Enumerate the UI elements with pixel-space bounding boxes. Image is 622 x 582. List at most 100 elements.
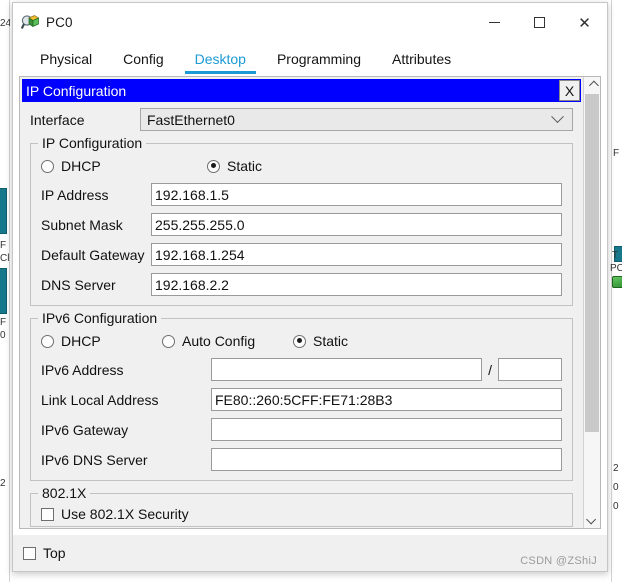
subnet-mask-label: Subnet Mask [41,216,123,233]
scrollbar-thumb[interactable] [585,94,599,432]
scroll-up-button[interactable] [584,77,600,94]
ip-configuration-panel-body: IP Configuration X Interface FastEtherne… [20,77,583,528]
ipv6-configuration-group: IPv6 Configuration DHCP Auto Config Stat… [30,310,573,481]
window-title-bar: PC0 ✕ [13,3,607,43]
ipv6-dns-server-label: IPv6 DNS Server [41,451,148,468]
top-checkbox[interactable]: Top [23,545,66,561]
scrollbar-track[interactable] [584,94,600,511]
ipv6-static-label: Static [313,333,349,349]
tab-programming[interactable]: Programming [267,52,371,74]
background-pc-icon [612,276,622,288]
ipv6-prefix-separator: / [488,361,492,378]
tab-attributes[interactable]: Attributes [382,52,461,74]
ipv4-static-radio-item[interactable]: Static [207,158,262,174]
subnet-mask-input[interactable]: 255.255.255.0 [151,213,562,236]
link-local-address-input[interactable]: FE80::260:5CFF:FE71:28B3 [211,388,562,411]
background-switch-2 [0,268,7,314]
minimize-icon [489,22,500,23]
background-label: 24 [0,18,10,29]
ip-configuration-caption-bar: IP Configuration X [22,79,581,102]
window-footer: Top CSDN @ZShiJ [13,535,607,571]
default-gateway-label: Default Gateway [41,246,145,263]
maximize-button[interactable] [517,3,562,43]
chevron-down-icon [585,514,596,525]
vertical-scrollbar[interactable] [583,77,600,528]
ipv6-prefix-length-input[interactable] [498,358,562,381]
background-label: PC [610,263,622,274]
dot1x-group-title: 802.1X [38,485,91,501]
pc0-window: PC0 ✕ Physical Config Desktop Programmin… [12,2,608,572]
interface-label: Interface [30,111,85,128]
background-label: 2 [613,463,619,474]
ipv6-address-row: IPv6 Address / [41,358,562,381]
watermark: CSDN @ZShiJ [520,555,597,567]
radio-checked-icon [207,159,220,173]
dns-server-input[interactable]: 192.168.2.2 [151,273,562,296]
interface-row: Interface FastEthernet0 [30,108,573,131]
ipv6-mode-row: DHCP Auto Config Static [41,331,562,351]
background-label: 0 [613,501,619,512]
tab-config[interactable]: Config [113,52,173,74]
close-button[interactable]: ✕ [562,3,607,43]
ipv6-dhcp-radio-item[interactable]: DHCP [41,333,156,349]
ipv4-mode-row: DHCP Static [41,156,562,176]
background-label: Cl [0,253,9,264]
ipv6-autoconfig-label: Auto Config [182,333,256,349]
workspace-divider-right [611,0,612,582]
use-dot1x-security-label: Use 802.1X Security [61,506,189,522]
background-label: 0 [613,482,619,493]
ipv6-group-title: IPv6 Configuration [38,310,162,326]
background-label: F [0,317,7,328]
subnet-mask-row: Subnet Mask 255.255.255.0 [41,213,562,236]
packet-tracer-pc-icon [20,14,40,32]
checkbox-unchecked-icon [23,546,36,560]
ipv4-configuration-group: IP Configuration DHCP Static IP Address [30,135,573,306]
chevron-down-icon [551,110,564,124]
ipv6-gateway-input[interactable] [211,418,562,441]
minimize-button[interactable] [472,3,517,43]
link-local-address-row: Link Local Address FE80::260:5CFF:FE71:2… [41,388,562,411]
radio-unchecked-icon [41,334,54,348]
use-dot1x-security-checkbox[interactable]: Use 802.1X Security [41,506,562,522]
interface-select[interactable]: FastEthernet0 [140,108,573,131]
ipv6-dns-server-row: IPv6 DNS Server [41,448,562,471]
window-title: PC0 [46,15,73,30]
ip-address-label: IP Address [41,186,109,203]
dot1x-group: 802.1X Use 802.1X Security [30,485,573,527]
ip-address-input[interactable]: 192.168.1.5 [151,183,562,206]
interface-selected-value: FastEthernet0 [147,111,235,128]
desktop-tab-content: IP Configuration X Interface FastEtherne… [13,74,607,535]
applet-title: IP Configuration [26,82,127,99]
ipv4-dhcp-radio-item[interactable]: DHCP [41,158,201,174]
tab-physical[interactable]: Physical [30,52,102,74]
ipv6-gateway-row: IPv6 Gateway [41,418,562,441]
ipv4-group-title: IP Configuration [38,135,147,151]
background-label: F [613,148,620,159]
close-icon: ✕ [578,14,591,32]
dns-server-label: DNS Server [41,276,116,293]
ipv6-static-radio-item[interactable]: Static [293,333,348,349]
ipv6-address-label: IPv6 Address [41,361,124,378]
tab-desktop[interactable]: Desktop [184,52,256,74]
default-gateway-row: Default Gateway 192.168.1.254 [41,243,562,266]
background-label: 0 [0,330,6,341]
ip-address-row: IP Address 192.168.1.5 [41,183,562,206]
link-local-address-label: Link Local Address [41,391,159,408]
applet-close-button[interactable]: X [559,80,580,101]
top-checkbox-label: Top [43,545,66,561]
device-tabs: Physical Config Desktop Programming Attr… [13,43,607,74]
ipv6-autoconfig-radio-item[interactable]: Auto Config [162,333,287,349]
ip-configuration-scroll-panel: IP Configuration X Interface FastEtherne… [19,76,601,529]
ipv6-dns-server-input[interactable] [211,448,562,471]
ipv4-dhcp-label: DHCP [61,158,101,174]
ipv6-address-input[interactable] [211,358,483,381]
scroll-down-button[interactable] [584,511,600,528]
ipv6-gateway-label: IPv6 Gateway [41,421,129,438]
chevron-up-icon [588,80,599,91]
background-switch-1 [0,188,7,234]
radio-unchecked-icon [41,159,54,173]
background-label: F [0,240,7,251]
default-gateway-input[interactable]: 192.168.1.254 [151,243,562,266]
radio-unchecked-icon [162,334,175,348]
background-label: 2 [0,478,6,489]
